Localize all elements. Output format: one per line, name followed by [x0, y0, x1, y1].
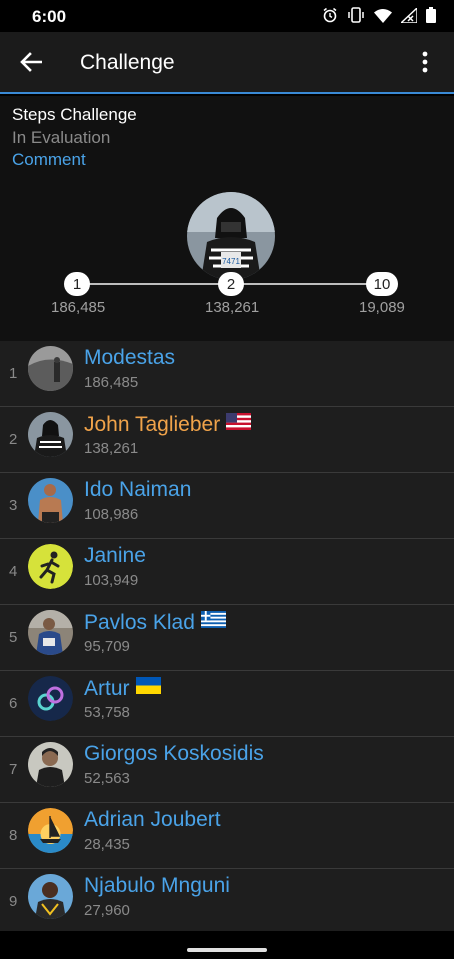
- row-name: Njabulo Mnguni: [84, 874, 230, 897]
- row-name: Giorgos Koskosidis: [84, 742, 264, 765]
- leaderboard-row[interactable]: 4 Janine 103,949: [0, 539, 454, 605]
- row-rank: 8: [9, 827, 18, 844]
- avatar[interactable]: [28, 412, 73, 457]
- row-name: Adrian Joubert: [84, 808, 221, 831]
- row-name: Janine: [84, 544, 146, 567]
- rank-marker-last: 10: [366, 272, 398, 296]
- rank-steps-current: 138,261: [205, 299, 260, 316]
- status-bar: 6:00: [0, 0, 454, 32]
- home-gesture-handle[interactable]: [187, 948, 267, 952]
- row-rank: 6: [9, 695, 18, 712]
- vibrate-icon: [347, 7, 365, 28]
- row-steps: 103,949: [84, 572, 139, 589]
- avatar[interactable]: [28, 874, 73, 919]
- current-user-avatar: 7471: [187, 192, 275, 280]
- ukraine-flag-icon: [135, 676, 161, 694]
- row-steps: 52,563: [84, 770, 130, 787]
- leaderboard-list: 1 Modestas 186,485 2 John Taglieber 138,…: [0, 341, 454, 935]
- comment-link[interactable]: Comment: [12, 150, 86, 170]
- us-flag-icon: [226, 412, 252, 430]
- status-time: 6:00: [32, 7, 67, 26]
- row-rank: 2: [9, 431, 18, 448]
- leaderboard-row[interactable]: 6 Artur 53,758: [0, 671, 454, 737]
- row-name: Ido Naiman: [84, 478, 192, 501]
- leaderboard-row[interactable]: 5 Pavlos Klad 95,709: [0, 605, 454, 671]
- status-icons: [322, 5, 436, 28]
- row-name: Modestas: [84, 346, 176, 369]
- app-bar: Challenge: [0, 32, 454, 94]
- row-name: Pavlos Klad: [84, 610, 226, 635]
- battery-icon: [426, 7, 436, 28]
- row-rank: 7: [9, 761, 18, 778]
- leaderboard-row[interactable]: 8 Adrian Joubert 28,435: [0, 803, 454, 869]
- row-steps: 186,485: [84, 374, 139, 391]
- avatar[interactable]: [28, 742, 73, 787]
- avatar[interactable]: [28, 544, 73, 589]
- svg-text:7471: 7471: [222, 257, 240, 266]
- rank-marker-first: 1: [64, 272, 90, 296]
- back-button[interactable]: [16, 47, 46, 77]
- leaderboard-row[interactable]: 2 John Taglieber 138,261: [0, 407, 454, 473]
- wifi-icon: [374, 8, 392, 28]
- rank-marker-current: 2: [218, 272, 244, 296]
- rank-steps-first: 186,485: [51, 299, 106, 316]
- row-rank: 1: [9, 365, 18, 382]
- avatar[interactable]: [28, 610, 73, 655]
- row-steps: 138,261: [84, 440, 139, 457]
- alarm-icon: [322, 7, 338, 28]
- greece-flag-icon: [200, 610, 226, 628]
- row-name: John Taglieber: [84, 412, 252, 437]
- challenge-status: In Evaluation: [12, 128, 111, 147]
- row-steps: 108,986: [84, 506, 139, 523]
- more-options-button[interactable]: [410, 47, 440, 77]
- page-title: Challenge: [80, 51, 175, 74]
- avatar[interactable]: [28, 676, 73, 721]
- more-vert-icon: [422, 51, 428, 73]
- row-rank: 5: [9, 629, 18, 646]
- signal-icon: [399, 5, 418, 28]
- row-name: Artur: [84, 676, 161, 701]
- leaderboard-row[interactable]: 1 Modestas 186,485: [0, 341, 454, 407]
- avatar[interactable]: [28, 808, 73, 853]
- rank-steps-last: 19,089: [359, 299, 405, 316]
- avatar[interactable]: [28, 346, 73, 391]
- row-rank: 9: [9, 893, 18, 910]
- challenge-name: Steps Challenge: [12, 105, 137, 124]
- system-nav-bar: [0, 931, 454, 959]
- row-rank: 4: [9, 563, 18, 580]
- row-rank: 3: [9, 497, 18, 514]
- arrow-left-icon: [20, 52, 42, 72]
- leaderboard-row[interactable]: 3 Ido Naiman 108,986: [0, 473, 454, 539]
- row-steps: 53,758: [84, 704, 130, 721]
- row-steps: 27,960: [84, 902, 130, 919]
- leaderboard-row[interactable]: 9 Njabulo Mnguni 27,960: [0, 869, 454, 935]
- row-steps: 95,709: [84, 638, 130, 655]
- challenge-header: Steps Challenge In Evaluation Comment 74…: [0, 96, 454, 341]
- row-steps: 28,435: [84, 836, 130, 853]
- avatar[interactable]: [28, 478, 73, 523]
- leaderboard-row[interactable]: 7 Giorgos Koskosidis 52,563: [0, 737, 454, 803]
